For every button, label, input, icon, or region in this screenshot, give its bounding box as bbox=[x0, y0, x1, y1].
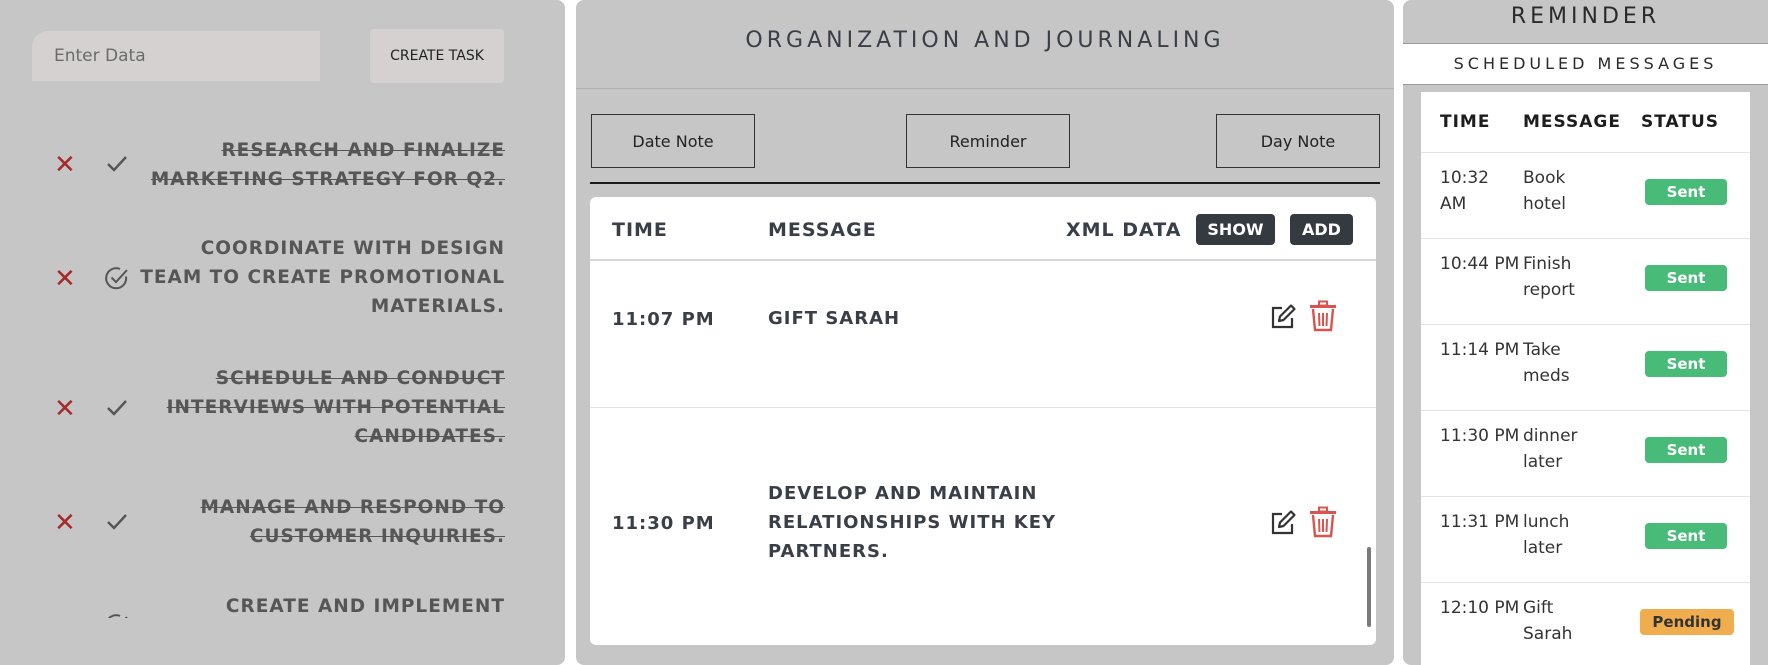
row-time: 11:30 PM bbox=[1440, 426, 1520, 446]
close-icon[interactable]: ✕ bbox=[54, 266, 76, 292]
table-row: 11:14 PM Take meds Sent bbox=[1421, 325, 1750, 411]
row-time: 12:10 PM bbox=[1440, 598, 1520, 618]
check-icon[interactable] bbox=[104, 509, 130, 535]
add-button[interactable]: ADD bbox=[1290, 214, 1353, 245]
task-item: ✕ COORDINATE WITH DESIGN TEAM TO CREATE … bbox=[0, 234, 565, 324]
task-list: ✕ RESEARCH AND FINALIZE MARKETING STRATE… bbox=[0, 128, 565, 618]
row-message: Finish report bbox=[1523, 254, 1575, 300]
table-row: 11:30 PM DEVELOP AND MAINTAIN RELATIONSH… bbox=[590, 408, 1376, 645]
task-item: ✕ CREATE AND IMPLEMENT bbox=[0, 592, 565, 618]
column-header-message: MESSAGE bbox=[1523, 112, 1621, 132]
table-row: 11:07 PM GIFT SARAH bbox=[590, 261, 1376, 408]
check-icon[interactable] bbox=[104, 395, 130, 421]
edit-icon[interactable] bbox=[1269, 303, 1297, 331]
check-circle-icon[interactable] bbox=[104, 612, 130, 618]
show-xml-button[interactable]: SHOW bbox=[1196, 214, 1275, 245]
table-row: 11:30 PM dinner later Sent bbox=[1421, 411, 1750, 497]
scheduled-header: SCHEDULED MESSAGES bbox=[1403, 43, 1768, 85]
task-text: SCHEDULE AND CONDUCT INTERVIEWS WITH POT… bbox=[166, 368, 505, 447]
row-time: 10:32 AM bbox=[1440, 168, 1489, 214]
row-time: 11:07 PM bbox=[612, 309, 715, 330]
status-badge: Sent bbox=[1645, 265, 1727, 291]
task-text: RESEARCH AND FINALIZE MARKETING STRATEGY… bbox=[150, 140, 505, 190]
row-time: 11:30 PM bbox=[612, 513, 715, 534]
column-header-xml: XML DATA bbox=[1066, 219, 1182, 241]
status-badge: Sent bbox=[1645, 351, 1727, 377]
status-badge: Sent bbox=[1645, 437, 1727, 463]
status-badge: Pending bbox=[1640, 609, 1734, 635]
scheduled-title: SCHEDULED MESSAGES bbox=[1453, 54, 1718, 73]
close-icon[interactable]: ✕ bbox=[54, 152, 76, 178]
trash-icon[interactable] bbox=[1308, 506, 1338, 538]
trash-icon[interactable] bbox=[1308, 300, 1338, 332]
row-message: Gift Sarah bbox=[1523, 598, 1573, 644]
page-title: ORGANIZATION AND JOURNALING bbox=[745, 28, 1225, 53]
row-message: lunch later bbox=[1523, 512, 1570, 558]
table-row: 10:44 PM Finish report Sent bbox=[1421, 239, 1750, 325]
task-input[interactable] bbox=[32, 31, 320, 81]
column-header-time: TIME bbox=[1440, 112, 1491, 132]
check-circle-icon[interactable] bbox=[104, 265, 130, 291]
table-row: 11:31 PM lunch later Sent bbox=[1421, 497, 1750, 583]
row-message: Take meds bbox=[1523, 340, 1570, 386]
reminder-title: REMINDER bbox=[1510, 4, 1661, 29]
journal-panel: ORGANIZATION AND JOURNALING Date Note Re… bbox=[576, 0, 1394, 665]
date-note-button[interactable]: Date Note bbox=[591, 114, 755, 168]
task-panel: CREATE TASK ✕ RESEARCH AND FINALIZE MARK… bbox=[0, 0, 565, 665]
table-header: TIME MESSAGE XML DATA SHOW ADD bbox=[590, 197, 1376, 261]
close-icon[interactable]: ✕ bbox=[54, 510, 76, 536]
scrollbar[interactable] bbox=[1367, 547, 1371, 627]
reminder-button[interactable]: Reminder bbox=[906, 114, 1070, 168]
status-badge: Sent bbox=[1645, 179, 1727, 205]
column-header-status: STATUS bbox=[1641, 112, 1720, 132]
column-header-message: MESSAGE bbox=[768, 219, 877, 241]
row-time: 11:14 PM bbox=[1440, 340, 1520, 360]
row-time: 10:44 PM bbox=[1440, 254, 1520, 274]
task-text: COORDINATE WITH DESIGN TEAM TO CREATE PR… bbox=[140, 238, 505, 317]
divider bbox=[576, 88, 1394, 89]
journal-table: TIME MESSAGE XML DATA SHOW ADD 11:07 PM … bbox=[590, 197, 1376, 645]
task-item: ✕ MANAGE AND RESPOND TO CUSTOMER INQUIRI… bbox=[0, 493, 565, 553]
day-note-button[interactable]: Day Note bbox=[1216, 114, 1380, 168]
status-badge: Sent bbox=[1645, 523, 1727, 549]
close-icon[interactable]: ✕ bbox=[54, 614, 76, 618]
column-header-time: TIME bbox=[612, 219, 668, 241]
row-message: dinner later bbox=[1523, 426, 1578, 472]
close-icon[interactable]: ✕ bbox=[54, 396, 76, 422]
task-text: MANAGE AND RESPOND TO CUSTOMER INQUIRIES… bbox=[200, 497, 505, 547]
task-text: CREATE AND IMPLEMENT bbox=[225, 596, 505, 617]
task-item: ✕ RESEARCH AND FINALIZE MARKETING STRATE… bbox=[0, 136, 565, 196]
row-time: 11:31 PM bbox=[1440, 512, 1520, 532]
row-message: Book hotel bbox=[1523, 168, 1567, 214]
row-message: DEVELOP AND MAINTAIN RELATIONSHIPS WITH … bbox=[768, 483, 1057, 562]
table-row: 10:32 AM Book hotel Sent bbox=[1421, 153, 1750, 239]
row-message: GIFT SARAH bbox=[768, 308, 901, 329]
table-row: 12:10 PM Gift Sarah Pending bbox=[1421, 583, 1750, 665]
reminder-panel: REMINDER SCHEDULED MESSAGES TIME MESSAGE… bbox=[1403, 0, 1768, 665]
edit-icon[interactable] bbox=[1269, 509, 1297, 537]
create-task-button[interactable]: CREATE TASK bbox=[370, 29, 504, 83]
reminder-table: TIME MESSAGE STATUS 10:32 AM Book hotel … bbox=[1421, 92, 1750, 665]
divider bbox=[590, 182, 1380, 184]
task-item: ✕ SCHEDULE AND CONDUCT INTERVIEWS WITH P… bbox=[0, 364, 565, 454]
